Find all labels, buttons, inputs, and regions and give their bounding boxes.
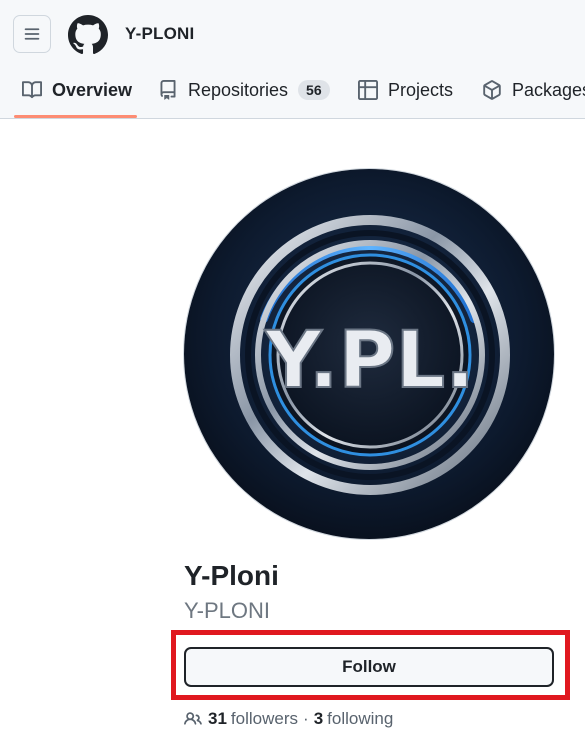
menu-button[interactable] (13, 15, 51, 53)
tab-repositories[interactable]: Repositories 56 (158, 70, 330, 110)
repositories-count-badge: 56 (298, 80, 330, 100)
header: Y-PLONI Overview Repositories 56 Project… (0, 0, 585, 119)
tab-overview[interactable]: Overview (22, 70, 132, 110)
tab-packages-label: Packages (512, 79, 585, 100)
following-link[interactable]: 3 following (314, 709, 394, 729)
people-icon (184, 712, 202, 725)
follow-button[interactable]: Follow (184, 647, 554, 687)
followers-label: followers (230, 709, 299, 728)
followers-line: 31 followers · 3 following (184, 709, 393, 729)
profile-login-name: Y-PLONI (184, 598, 271, 623)
followers-count: 31 (208, 709, 227, 728)
table-icon (358, 80, 378, 100)
hamburger-icon (24, 28, 40, 40)
avatar-initials: Y.PL. (264, 316, 475, 406)
following-count: 3 (313, 709, 324, 728)
tab-projects-label: Projects (388, 79, 454, 100)
book-icon (22, 81, 42, 99)
active-tab-underline (14, 115, 137, 118)
github-logo-icon[interactable] (68, 15, 108, 55)
avatar-logo-image: Y.PL. (184, 169, 554, 539)
repo-icon (160, 80, 176, 100)
tab-packages[interactable]: Packages (482, 70, 585, 110)
profile-page: Y-PLONI Overview Repositories 56 Project… (0, 0, 585, 745)
tab-projects[interactable]: Projects (358, 70, 453, 110)
avatar[interactable]: Y.PL. (183, 168, 555, 540)
tab-repositories-label: Repositories (188, 79, 289, 100)
header-username[interactable]: Y-PLONI (125, 24, 194, 44)
package-icon (483, 80, 501, 100)
followers-separator: · (303, 709, 309, 728)
profile-display-name: Y-Ploni (184, 560, 279, 591)
following-label: following (327, 709, 394, 728)
followers-link[interactable]: 31 followers (208, 709, 298, 729)
tab-overview-label: Overview (52, 79, 133, 100)
